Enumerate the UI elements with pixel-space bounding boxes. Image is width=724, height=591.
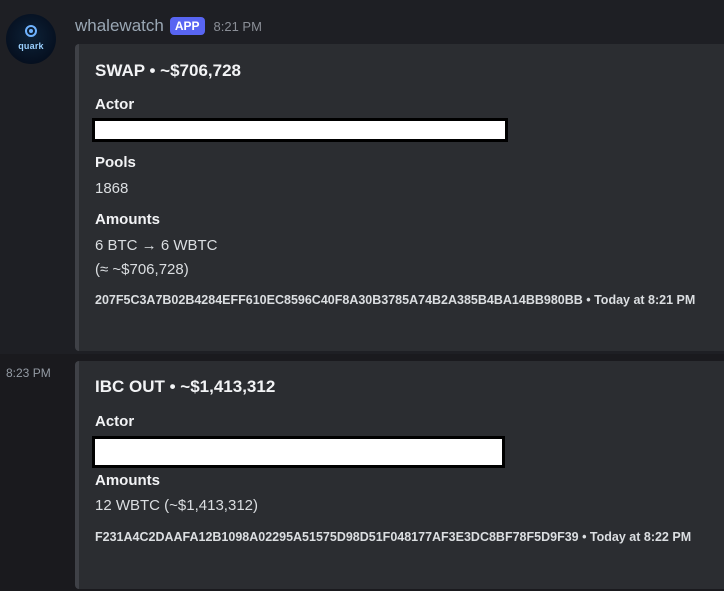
amounts-label: Amounts — [95, 211, 160, 228]
embed-footer: 207F5C3A7B02B4284EFF610EC8596C40F8A30B37… — [95, 293, 696, 307]
amounts-label: Amounts — [95, 472, 160, 489]
message-whalewatch-swap: quark whalewatch APP 8:21 PM SWAP • ~$70… — [0, 0, 724, 354]
pools-label: Pools — [95, 154, 136, 171]
avatar-logo-text: quark — [18, 41, 44, 51]
app-badge: APP — [169, 17, 205, 35]
bot-avatar[interactable]: quark — [6, 14, 56, 64]
pools-value: 1868 — [95, 180, 129, 197]
message-hover-timestamp[interactable]: 8:23 PM — [6, 366, 51, 380]
quark-logo-dot — [29, 29, 33, 33]
embed-footer: F231A4C2DAAFA12B1098A02295A51575D98D51F0… — [95, 530, 692, 544]
amounts-value-line2: (≈ ~$706,728) — [95, 261, 189, 278]
swap-embed: SWAP • ~$706,728 Actor Pools 1868 Amount… — [75, 44, 724, 351]
message-header: whalewatch APP 8:21 PM — [75, 16, 262, 36]
message-whalewatch-ibc-out: 8:23 PM IBC OUT • ~$1,413,312 Actor Amou… — [0, 354, 724, 591]
amounts-value-line1: 12 WBTC (~$1,413,312) — [95, 497, 259, 514]
actor-label: Actor — [95, 96, 135, 113]
message-timestamp[interactable]: 8:21 PM — [214, 19, 262, 34]
actor-redacted-block — [92, 436, 505, 468]
actor-redacted-block — [92, 118, 508, 142]
username[interactable]: whalewatch — [75, 16, 164, 36]
embed-title: SWAP • ~$706,728 — [95, 61, 241, 80]
amounts-value-line1: 6 BTC → 6 WBTC — [95, 237, 218, 254]
ibc-out-embed: IBC OUT • ~$1,413,312 Actor Amounts 12 W… — [75, 361, 724, 589]
embed-title: IBC OUT • ~$1,413,312 — [95, 377, 276, 396]
actor-label: Actor — [95, 413, 135, 430]
